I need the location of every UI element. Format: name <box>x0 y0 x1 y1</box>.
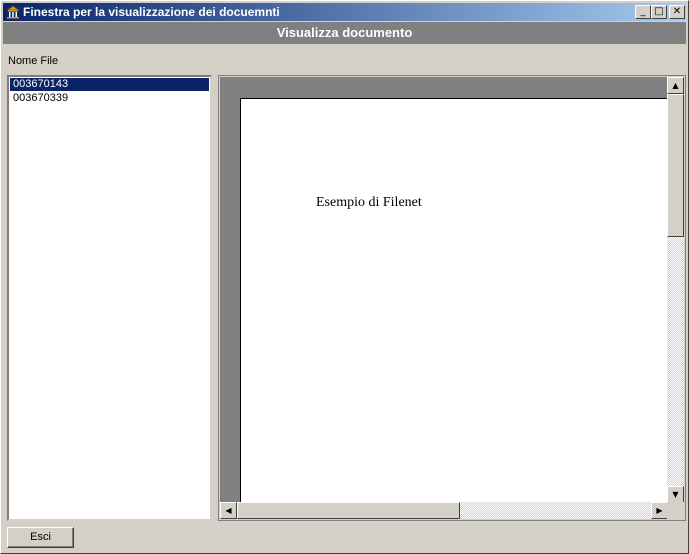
horizontal-scroll-thumb[interactable] <box>237 502 460 519</box>
document-text: Esempio di Filenet <box>316 195 422 210</box>
header-banner: Visualizza documento <box>3 22 686 44</box>
list-item[interactable]: 003670143 <box>10 78 209 91</box>
arrow-up-icon: ▲ <box>672 81 679 90</box>
arrow-left-icon: ◀ <box>225 506 232 515</box>
vertical-scroll-thumb[interactable] <box>667 94 684 237</box>
horizontal-scrollbar[interactable]: ◀ ▶ <box>220 502 668 519</box>
scroll-right-button[interactable]: ▶ <box>651 502 668 519</box>
viewer-canvas: Esempio di Filenet <box>220 77 668 503</box>
file-list[interactable]: 003670143 003670339 <box>7 75 212 521</box>
list-item[interactable]: 003670339 <box>10 92 209 105</box>
exit-button[interactable]: Esci <box>7 527 74 548</box>
arrow-right-icon: ▶ <box>656 506 663 515</box>
file-list-label: Nome File <box>8 55 59 67</box>
building-icon <box>6 5 20 19</box>
title-bar[interactable]: Finestra per la visualizzazione dei docu… <box>3 3 686 21</box>
scroll-up-button[interactable]: ▲ <box>667 77 684 94</box>
document-page: Esempio di Filenet <box>240 98 668 503</box>
arrow-down-icon: ▼ <box>672 490 679 499</box>
maximize-button[interactable]: □ <box>651 5 667 19</box>
minimize-icon: _ <box>640 6 646 17</box>
vertical-scrollbar[interactable]: ▲ ▼ <box>667 77 684 503</box>
minimize-button[interactable]: _ <box>635 5 651 19</box>
window-title: Finestra per la visualizzazione dei docu… <box>23 5 280 19</box>
maximize-icon: □ <box>654 6 664 17</box>
scroll-down-button[interactable]: ▼ <box>667 486 684 503</box>
close-icon: ✕ <box>672 6 682 17</box>
scrollbar-corner <box>667 502 684 519</box>
document-viewer[interactable]: Esempio di Filenet ▲ ▼ ◀ ▶ <box>218 75 686 521</box>
close-button[interactable]: ✕ <box>669 5 685 19</box>
scroll-left-button[interactable]: ◀ <box>220 502 237 519</box>
main-window: Finestra per la visualizzazione dei docu… <box>0 0 689 554</box>
